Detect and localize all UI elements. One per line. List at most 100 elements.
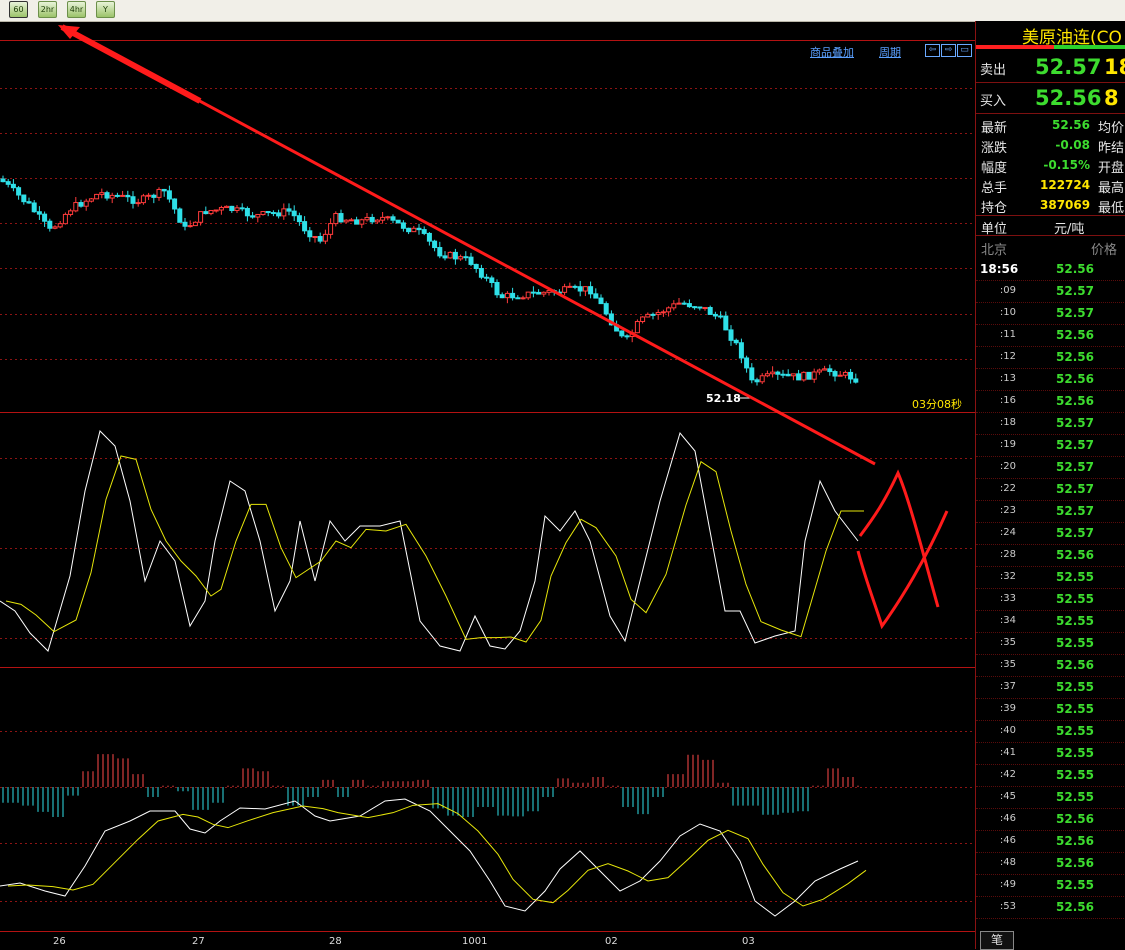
period-2hr-button[interactable]: 2hr bbox=[38, 1, 57, 18]
period-toolbar: 60 2hr 4hr Y bbox=[0, 0, 1125, 22]
tick-row: :45 52.55 bbox=[976, 786, 1125, 809]
tick-price: 52.55 bbox=[1056, 636, 1094, 650]
candle-body bbox=[832, 371, 838, 377]
stat-value-latest: 52.56 bbox=[1052, 118, 1090, 132]
stat-right-pct: 开盘 bbox=[1098, 161, 1125, 176]
candle-body bbox=[432, 240, 438, 249]
candle-body bbox=[499, 294, 505, 299]
tick-row: :39 52.55 bbox=[976, 698, 1125, 721]
candle-body bbox=[650, 313, 656, 316]
candle-body bbox=[764, 373, 770, 377]
candlesticks bbox=[0, 175, 859, 386]
tick-row: :13 52.56 bbox=[976, 368, 1125, 391]
period-y-button[interactable]: Y bbox=[96, 1, 115, 18]
candle-body bbox=[692, 306, 698, 309]
candle-body bbox=[31, 202, 37, 213]
tick-price: 52.56 bbox=[1056, 856, 1094, 870]
candle-body bbox=[83, 200, 89, 207]
candle-body bbox=[525, 291, 531, 299]
candle-body bbox=[749, 367, 755, 381]
candle-body bbox=[62, 213, 68, 225]
candle-body bbox=[712, 313, 718, 317]
low-price-label: 52.18 bbox=[706, 392, 741, 405]
stat-value-change: -0.08 bbox=[1055, 138, 1090, 152]
scroll-left-icon[interactable]: ⇦ bbox=[925, 44, 940, 57]
candle-body bbox=[281, 208, 287, 217]
candle-body bbox=[666, 307, 672, 313]
candle-body bbox=[520, 297, 526, 300]
candle-body bbox=[400, 222, 406, 229]
candle-body bbox=[161, 188, 167, 192]
tick-price: 52.56 bbox=[1056, 394, 1094, 408]
candle-body bbox=[146, 194, 152, 197]
tick-time: :24 bbox=[999, 527, 1016, 538]
stat-right-oi: 最低 bbox=[1098, 201, 1125, 216]
candle-body bbox=[426, 232, 432, 242]
macd-dea-line bbox=[7, 803, 867, 907]
tick-price: 52.57 bbox=[1056, 460, 1094, 474]
tick-time: :18 bbox=[999, 417, 1016, 428]
candle-body bbox=[624, 335, 630, 338]
candle-body bbox=[177, 208, 183, 223]
tick-row: :34 52.55 bbox=[976, 610, 1125, 633]
tick-time: :40 bbox=[999, 725, 1016, 736]
tick-price: 52.56 bbox=[1056, 262, 1094, 276]
tick-row: :49 52.55 bbox=[976, 874, 1125, 897]
period-link[interactable]: 周期 bbox=[879, 44, 901, 60]
stat-label-change: 涨跌 bbox=[981, 141, 1008, 156]
bar-countdown: 03分08秒 bbox=[912, 397, 962, 411]
candle-body bbox=[775, 371, 781, 375]
tick-price: 52.55 bbox=[1056, 746, 1094, 760]
chart-area[interactable]: 52.18 03分08秒 26 27 28 1001 02 03 商品叠加 周期… bbox=[0, 21, 975, 949]
candle-body bbox=[681, 302, 687, 305]
candle-body bbox=[406, 227, 412, 233]
candle-body bbox=[463, 256, 469, 259]
x-label: 28 bbox=[329, 936, 342, 947]
stat-right-change: 昨结 bbox=[1098, 141, 1125, 156]
candle-body bbox=[187, 225, 193, 228]
tick-price: 52.57 bbox=[1056, 438, 1094, 452]
tick-row: :32 52.55 bbox=[976, 566, 1125, 589]
candle-body bbox=[130, 196, 136, 204]
tab-ticks[interactable]: 笔 bbox=[980, 931, 1014, 950]
candle-body bbox=[853, 378, 859, 383]
scroll-right-icon[interactable]: ⇨ bbox=[941, 44, 956, 57]
toggle-panel-icon[interactable]: ▭ bbox=[957, 44, 972, 57]
stat-label-volume: 总手 bbox=[981, 181, 1008, 196]
candle-body bbox=[416, 227, 422, 231]
tick-price: 52.57 bbox=[1056, 482, 1094, 496]
period-60-button[interactable]: 60 bbox=[9, 1, 28, 18]
candle-body bbox=[744, 357, 750, 369]
candle-body bbox=[218, 207, 224, 211]
candle-body bbox=[723, 315, 729, 331]
candle-body bbox=[10, 183, 16, 189]
macd-dif-line bbox=[0, 798, 859, 917]
period-4hr-button[interactable]: 4hr bbox=[67, 1, 86, 18]
tick-row: :41 52.55 bbox=[976, 742, 1125, 765]
candle-body bbox=[385, 216, 391, 219]
candle-body bbox=[785, 373, 791, 377]
overlay-products-link[interactable]: 商品叠加 bbox=[810, 44, 854, 60]
divider bbox=[976, 235, 1125, 236]
candle-body bbox=[343, 219, 349, 223]
tick-row: :19 52.57 bbox=[976, 434, 1125, 457]
candle-body bbox=[68, 210, 74, 215]
candle-body bbox=[842, 371, 848, 376]
candle-body bbox=[660, 311, 666, 314]
candle-body bbox=[634, 321, 640, 334]
candle-body bbox=[359, 219, 365, 225]
candle-body bbox=[806, 371, 812, 380]
candle-body bbox=[166, 190, 172, 200]
tick-price: 52.56 bbox=[1056, 350, 1094, 364]
candle-body bbox=[198, 211, 204, 223]
candle-body bbox=[770, 371, 776, 375]
candle-body bbox=[671, 303, 677, 309]
tick-row: :37 52.55 bbox=[976, 676, 1125, 699]
tick-time: :09 bbox=[999, 285, 1016, 296]
candle-body bbox=[114, 194, 120, 197]
candle-body bbox=[125, 194, 131, 198]
macd-histogram bbox=[2, 754, 859, 817]
kline-chart[interactable]: 52.18 03分08秒 26 27 28 1001 02 03 bbox=[0, 21, 975, 949]
candle-body bbox=[172, 198, 178, 210]
tick-time: :13 bbox=[999, 373, 1016, 384]
